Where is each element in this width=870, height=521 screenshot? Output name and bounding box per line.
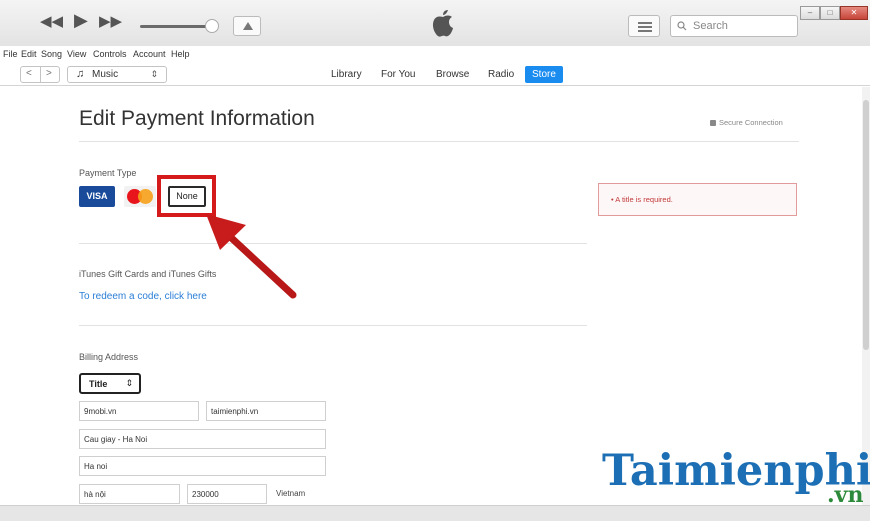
- title-bar: ◀◀ ▶ ▶▶ Search – □ ✕: [0, 0, 870, 46]
- section-divider: [79, 325, 587, 326]
- title-divider: [79, 141, 799, 142]
- rewind-icon[interactable]: ◀◀: [40, 14, 63, 30]
- forward-arrow-icon[interactable]: >: [46, 68, 52, 79]
- menu-song[interactable]: Song: [41, 49, 62, 59]
- highlight-box: [157, 175, 216, 217]
- volume-slider[interactable]: [140, 25, 212, 28]
- fast-forward-icon[interactable]: ▶▶: [99, 14, 122, 30]
- search-placeholder: Search: [693, 20, 728, 32]
- list-view-button[interactable]: [628, 15, 660, 37]
- chevron-updown-icon: ⇕: [150, 69, 158, 79]
- volume-knob[interactable]: [205, 19, 219, 33]
- payment-type-label: Payment Type: [79, 168, 137, 178]
- visa-option[interactable]: VISA: [79, 186, 115, 207]
- tab-store[interactable]: Store: [525, 66, 563, 83]
- tab-browse[interactable]: Browse: [436, 69, 469, 80]
- back-arrow-icon[interactable]: <: [26, 68, 32, 79]
- main-content: Edit Payment Information Secure Connecti…: [0, 87, 870, 505]
- redeem-code-link[interactable]: To redeem a code, click here: [79, 291, 207, 302]
- back-forward-buttons: < >: [20, 66, 60, 83]
- music-note-icon: ♫: [76, 68, 85, 80]
- postal-code-field[interactable]: 230000: [187, 484, 267, 504]
- menu-account[interactable]: Account: [133, 49, 166, 59]
- billing-address-label: Billing Address: [79, 352, 139, 362]
- airplay-icon: [243, 22, 253, 30]
- media-type-label: Music: [92, 69, 119, 80]
- window-controls: – □ ✕: [800, 6, 868, 20]
- airplay-button[interactable]: [233, 16, 261, 36]
- first-name-field[interactable]: 9mobi.vn: [79, 401, 199, 421]
- secure-connection: Secure Connection: [710, 118, 783, 127]
- mastercard-option[interactable]: [124, 186, 156, 207]
- scrollbar-thumb[interactable]: [863, 100, 869, 350]
- menu-help[interactable]: Help: [171, 49, 190, 59]
- error-message: • A title is required.: [598, 183, 797, 216]
- maximize-button[interactable]: □: [820, 6, 840, 20]
- lock-icon: [710, 120, 716, 126]
- media-type-select[interactable]: ♫ Music ⇕: [67, 66, 167, 83]
- menu-bar: File Edit Song View Controls Account Hel…: [0, 46, 870, 62]
- tab-for-you[interactable]: For You: [381, 69, 415, 80]
- tab-radio[interactable]: Radio: [488, 69, 514, 80]
- state-field[interactable]: hà nội: [79, 484, 180, 504]
- minimize-button[interactable]: –: [800, 6, 820, 20]
- section-divider: [79, 243, 587, 244]
- apple-logo-icon: [432, 10, 453, 37]
- menu-edit[interactable]: Edit: [21, 49, 37, 59]
- menu-controls[interactable]: Controls: [93, 49, 127, 59]
- status-bar: [0, 505, 870, 521]
- nav-bar: < > ♫ Music ⇕ Library For You Browse Rad…: [0, 62, 870, 86]
- chevron-updown-icon: ⇕: [125, 378, 133, 388]
- tab-library[interactable]: Library: [331, 69, 362, 80]
- play-icon[interactable]: ▶: [74, 11, 88, 29]
- country-label: Vietnam: [276, 489, 306, 498]
- search-icon: [677, 21, 687, 31]
- gift-cards-label: iTunes Gift Cards and iTunes Gifts: [79, 269, 217, 279]
- menu-file[interactable]: File: [3, 49, 18, 59]
- search-field[interactable]: Search: [670, 15, 798, 37]
- city-field[interactable]: Ha noi: [79, 456, 326, 476]
- menu-view[interactable]: View: [67, 49, 86, 59]
- title-select[interactable]: Title ⇕: [79, 373, 141, 394]
- street-field[interactable]: Cau giay - Ha Noi: [79, 429, 326, 449]
- close-button[interactable]: ✕: [840, 6, 868, 20]
- title-select-value: Title: [89, 379, 108, 389]
- last-name-field[interactable]: taimienphi.vn: [206, 401, 326, 421]
- page-title: Edit Payment Information: [79, 107, 315, 130]
- secure-connection-label: Secure Connection: [719, 118, 783, 127]
